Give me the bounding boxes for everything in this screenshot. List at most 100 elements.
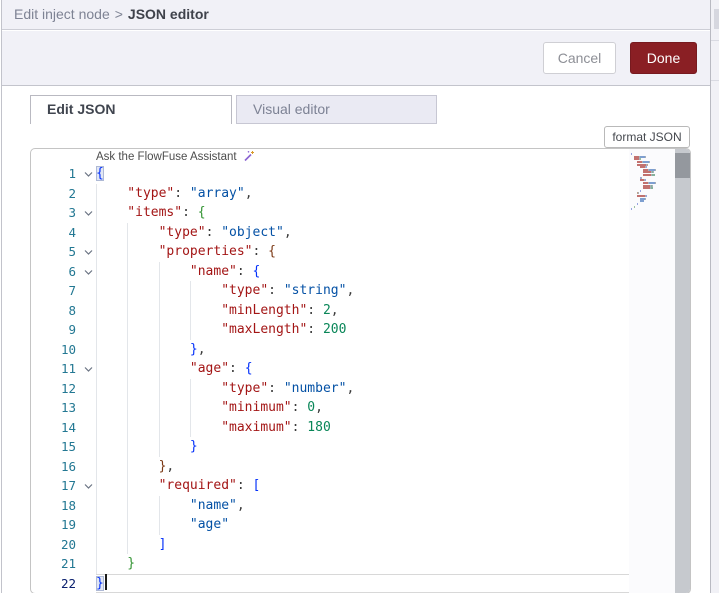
- assistant-hint-label: Ask the FlowFuse Assistant: [96, 151, 237, 163]
- indent-guide: [127, 281, 158, 301]
- code-line-16[interactable]: 16},: [31, 457, 629, 477]
- editor-scrollbar-thumb[interactable]: [675, 153, 690, 178]
- indent-guide: [159, 320, 190, 340]
- indent-guide: [190, 379, 221, 399]
- indent-guide: [127, 437, 158, 457]
- code-text[interactable]: "maxLength": 200: [96, 320, 629, 340]
- token-bm: }: [96, 575, 104, 591]
- done-button[interactable]: Done: [630, 42, 697, 74]
- token-b1: ]: [158, 536, 167, 552]
- indent-guide: [96, 379, 127, 399]
- code-line-8[interactable]: 8 "minLength": 2,: [31, 301, 629, 321]
- code-line-21[interactable]: 21}: [31, 554, 629, 574]
- code-line-4[interactable]: 4 "type": "object",: [31, 223, 629, 243]
- code-text[interactable]: "age": [96, 515, 629, 535]
- code-line-10[interactable]: 10},: [31, 340, 629, 360]
- indent-guide: [127, 418, 158, 438]
- fold-chevron-icon[interactable]: [80, 262, 96, 282]
- cancel-button[interactable]: Cancel: [543, 42, 616, 74]
- indent-guide: [96, 359, 127, 379]
- code-text[interactable]: "properties": {: [96, 242, 629, 262]
- code-line-12[interactable]: 12 "type": "number",: [31, 379, 629, 399]
- code-text[interactable]: },: [96, 340, 629, 360]
- minimap[interactable]: [631, 153, 675, 211]
- code-text[interactable]: "minimum": 0,: [96, 398, 629, 418]
- indent-guide: [159, 281, 190, 301]
- code-text[interactable]: "type": "string",: [96, 281, 629, 301]
- outer-scrollbar-thumb[interactable]: [714, 9, 719, 29]
- tab-edit-json[interactable]: Edit JSON: [30, 95, 232, 124]
- token-b1: {: [252, 263, 261, 279]
- token-k: "type": [127, 185, 175, 201]
- code-text[interactable]: "name": {: [96, 262, 629, 282]
- indent-guide: [127, 359, 158, 379]
- indent-guide: [96, 515, 127, 535]
- fold-chevron-icon[interactable]: [80, 242, 96, 262]
- line-number: 3: [68, 205, 76, 220]
- format-json-button[interactable]: format JSON: [604, 126, 690, 148]
- code-line-14[interactable]: 14 "maximum": 180: [31, 418, 629, 438]
- code-text[interactable]: }: [96, 573, 629, 593]
- indent-guide: [96, 203, 127, 223]
- fold-gutter: [80, 398, 96, 418]
- fold-gutter: [80, 437, 96, 457]
- code-text[interactable]: },: [96, 457, 629, 477]
- line-number: 15: [60, 439, 76, 454]
- code-text[interactable]: "age": {: [96, 359, 629, 379]
- code-line-6[interactable]: 6 "name": {: [31, 262, 629, 282]
- code-text[interactable]: "type": "object",: [96, 223, 629, 243]
- code-line-3[interactable]: 3 "items": {: [31, 203, 629, 223]
- code-line-11[interactable]: 11 "age": {: [31, 359, 629, 379]
- fold-chevron-icon[interactable]: [80, 359, 96, 379]
- code-line-1[interactable]: 1{: [31, 164, 629, 184]
- code-text[interactable]: "type": "number",: [96, 379, 629, 399]
- code-text[interactable]: "maximum": 180: [96, 418, 629, 438]
- breadcrumb-parent[interactable]: Edit inject node: [14, 6, 110, 22]
- indent-guide: [127, 515, 158, 535]
- token-p: :: [268, 380, 284, 396]
- editor-scrollbar-track[interactable]: [675, 149, 690, 593]
- indent-guide: [96, 223, 127, 243]
- fold-gutter: [80, 184, 96, 204]
- indent-guide: [96, 535, 127, 555]
- code-text[interactable]: {: [96, 164, 629, 184]
- fold-chevron-icon[interactable]: [80, 203, 96, 223]
- token-p: :: [252, 244, 269, 259]
- code-text[interactable]: "minLength": 2,: [96, 301, 629, 321]
- assistant-hint[interactable]: Ask the FlowFuse Assistant: [96, 150, 255, 164]
- code-line-13[interactable]: 13 "minimum": 0,: [31, 398, 629, 418]
- code-text[interactable]: "name",: [96, 496, 629, 516]
- tab-visual-editor[interactable]: Visual editor: [236, 95, 437, 124]
- fold-gutter: [80, 301, 96, 321]
- token-k: "type": [221, 283, 269, 298]
- code-text[interactable]: }: [96, 437, 629, 457]
- code-text[interactable]: "type": "array",: [96, 184, 629, 204]
- code-text[interactable]: }: [96, 554, 629, 574]
- line-number: 9: [68, 322, 76, 337]
- code-line-2[interactable]: 2 "type": "array",: [31, 184, 629, 204]
- indent-guide: [159, 301, 190, 321]
- line-number: 4: [68, 224, 76, 240]
- code-lines[interactable]: 1{2 "type": "array", 3 "items": { 4 "type": "…: [31, 164, 629, 593]
- code-line-18[interactable]: 18 "name",: [31, 496, 629, 516]
- code-line-22[interactable]: 22}: [31, 573, 629, 593]
- token-p: ,: [197, 341, 206, 357]
- fold-chevron-icon[interactable]: [80, 476, 96, 496]
- token-p: :: [236, 263, 253, 279]
- code-line-5[interactable]: 5 "properties": {: [31, 242, 629, 262]
- code-line-17[interactable]: 17 "required": [: [31, 476, 629, 496]
- code-text[interactable]: ]: [96, 535, 629, 555]
- code-text[interactable]: "items": {: [96, 203, 629, 223]
- json-code-editor[interactable]: Ask the FlowFuse Assistant 1{2 "type": "a…: [30, 148, 691, 593]
- code-text[interactable]: "required": [: [96, 476, 629, 496]
- token-p: ,: [330, 302, 339, 318]
- code-line-19[interactable]: 19 "age": [31, 515, 629, 535]
- fold-gutter: [80, 496, 96, 516]
- indent-guide: [159, 437, 190, 457]
- code-line-15[interactable]: 15}: [31, 437, 629, 457]
- code-line-9[interactable]: 9 "maxLength": 200: [31, 320, 629, 340]
- code-line-20[interactable]: 20]: [31, 535, 629, 555]
- token-k: "maxLength": [221, 322, 308, 337]
- fold-chevron-icon[interactable]: [80, 164, 96, 184]
- code-line-7[interactable]: 7 "type": "string",: [31, 281, 629, 301]
